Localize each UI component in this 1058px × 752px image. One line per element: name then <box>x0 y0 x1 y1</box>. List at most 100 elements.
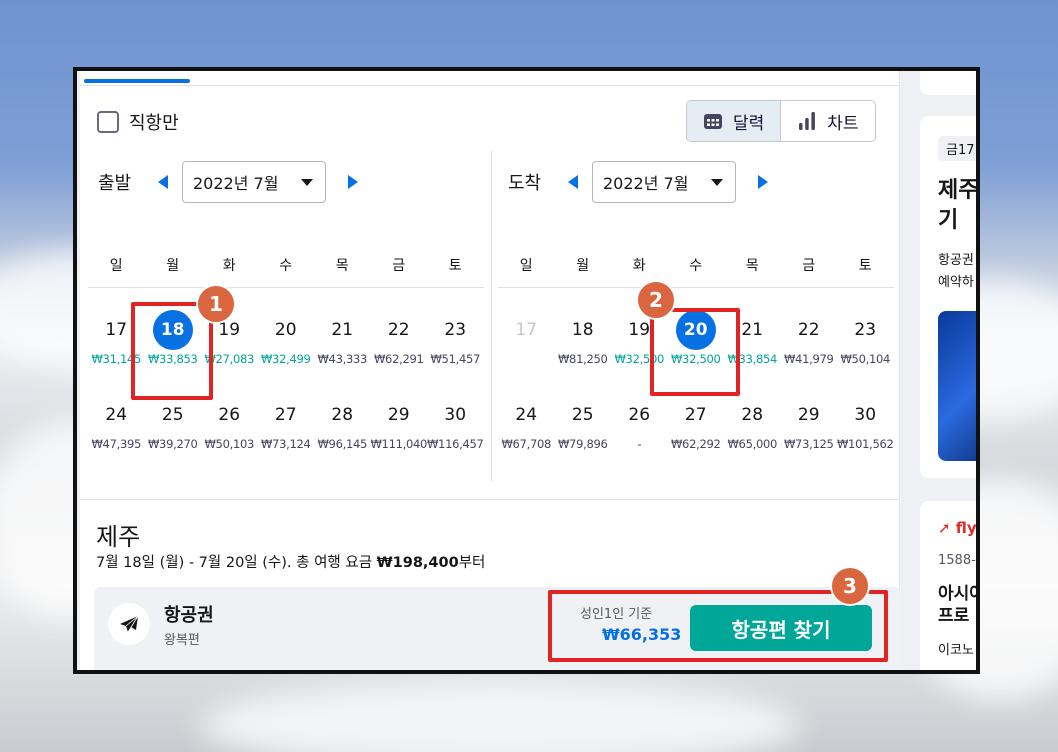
calendar-day[interactable]: 23 ₩50,104 <box>837 310 894 366</box>
day-price: ₩27,083 <box>204 352 254 366</box>
calendar-day[interactable]: 24 ₩47,395 <box>88 395 145 451</box>
side-ad-2-title-line: 아시아 <box>938 584 976 604</box>
arrival-title: 도착 <box>508 173 542 194</box>
calendar-day[interactable]: 24 ₩67,708 <box>498 395 555 451</box>
calendar-day[interactable]: 30 ₩116,457 <box>427 395 484 451</box>
direct-only-checkbox[interactable] <box>97 111 119 133</box>
selected-day-number: 20 <box>675 310 716 350</box>
side-card-top <box>920 71 976 95</box>
calendar-view-button[interactable]: 달력 <box>687 101 782 141</box>
calendar-week-row: 24 ₩67,708 25 ₩79,896 26-27 ₩62,292 28 ₩65,000 2… <box>498 395 894 451</box>
calendar-day[interactable]: 22 ₩62,291 <box>371 310 428 366</box>
calendar-day[interactable]: 25 ₩79,896 <box>555 395 612 451</box>
view-toggle: 달력 차트 <box>686 100 876 142</box>
side-ad-image <box>938 311 976 461</box>
selected-day-number: 18 <box>152 310 193 350</box>
day-number: 28 <box>741 405 764 425</box>
day-number: 20 <box>274 320 297 340</box>
side-ad-card[interactable]: 금17 제주 기 항공권 예약하 <box>920 116 976 478</box>
prev-month-icon[interactable] <box>158 175 168 189</box>
calendar-day[interactable]: 18 ₩33,853 <box>145 310 202 366</box>
weekday-label: 금 <box>802 258 816 274</box>
day-price: ₩62,291 <box>373 352 424 366</box>
calendar-day[interactable]: 26 - <box>611 395 668 451</box>
day-number: 23 <box>444 320 467 340</box>
weekday-label: 목 <box>745 258 759 274</box>
trip-total-suffix: 부터 <box>458 555 486 571</box>
weekday-label: 화 <box>632 258 646 274</box>
calendar-day[interactable]: 30 ₩101,562 <box>837 395 894 451</box>
active-tab-indicator <box>84 79 190 83</box>
calendar-day[interactable]: 29 ₩111,040 <box>370 395 427 451</box>
plane-icon <box>108 603 150 645</box>
calendar-day[interactable]: 28 ₩65,000 <box>724 395 781 451</box>
weekday-label: 월 <box>576 258 590 274</box>
weekday-header: 일월화수목금토 <box>88 255 484 275</box>
direct-only-label: 직항만 <box>129 113 179 134</box>
day-price: ₩39,270 <box>147 437 198 451</box>
side-ad-text: 항공권 예약하 <box>938 250 974 294</box>
calendar-day[interactable]: 26 ₩50,103 <box>201 395 258 451</box>
calendar-day[interactable]: 27 ₩62,292 <box>668 395 725 451</box>
day-number: 26 <box>628 405 651 425</box>
day-price: ₩101,562 <box>836 437 894 451</box>
side-ad-card-2[interactable]: ➚ fly 1588- 아시아 프로 이코노 <box>920 501 976 670</box>
calendar-day[interactable]: 21 ₩33,854 <box>724 310 781 366</box>
weekday-label: 토 <box>858 258 872 274</box>
calendar-day: 17 <box>498 310 555 366</box>
chart-view-button[interactable]: 차트 <box>781 101 874 141</box>
calendar-day[interactable]: 25 ₩39,270 <box>145 395 202 451</box>
calendar-day[interactable]: 20 ₩32,499 <box>258 310 315 366</box>
day-number: 24 <box>515 405 538 425</box>
calendar-day[interactable]: 29 ₩73,125 <box>781 395 838 451</box>
flight-price: ₩66,353 <box>602 625 682 644</box>
weekday-label: 수 <box>689 258 703 274</box>
weekday-header: 일월화수목금토 <box>498 255 894 275</box>
calendar-day[interactable]: 23 ₩51,457 <box>427 310 484 366</box>
day-price: ₩50,104 <box>840 352 890 366</box>
side-ad-title: 제주 기 <box>938 176 976 236</box>
day-price: ₩33,854 <box>727 352 777 366</box>
calendar-day[interactable]: 28 ₩96,145 <box>314 395 371 451</box>
day-number: 30 <box>854 405 877 425</box>
day-number: 21 <box>741 320 764 340</box>
next-month-icon[interactable] <box>348 175 358 189</box>
prev-month-icon[interactable] <box>568 175 578 189</box>
next-month-icon[interactable] <box>758 175 768 189</box>
arrival-month-select[interactable]: 2022년 7월 <box>592 161 736 203</box>
day-number: 26 <box>218 405 241 425</box>
side-ad-phone: 1588- <box>938 553 976 568</box>
day-price: ₩96,145 <box>317 437 367 451</box>
weekday-label: 화 <box>222 258 236 274</box>
calendar-day[interactable]: 18 ₩81,250 <box>555 310 612 366</box>
side-ad-2-text: 이코노 <box>938 643 974 658</box>
weekday-label: 목 <box>335 258 349 274</box>
departure-month-select[interactable]: 2022년 7월 <box>182 161 326 203</box>
calendar-icon <box>704 114 722 129</box>
calendar-day[interactable]: 27 ₩73,124 <box>258 395 315 451</box>
flight-title: 항공권 <box>164 605 214 626</box>
day-price: ₩62,292 <box>670 437 721 451</box>
day-number: 18 <box>571 320 594 340</box>
chevron-down-icon <box>301 178 313 186</box>
direct-only-filter[interactable]: 직항만 <box>97 109 179 135</box>
calendar-day[interactable]: 22 ₩41,979 <box>781 310 838 366</box>
day-price: ₩32,500 <box>670 352 721 366</box>
calendar-day[interactable]: 20 ₩32,500 <box>668 310 725 366</box>
day-price: ₩33,853 <box>147 352 198 366</box>
calendar-week-row: 24 ₩47,395 25 ₩39,270 26 ₩50,103 27 ₩73,124 28 ₩9… <box>88 395 484 451</box>
calendar-week-row: 17 ₩31,145 18 ₩33,853 19 ₩27,083 20 ₩32,499 21 ₩4… <box>88 310 484 366</box>
departure-title: 출발 <box>98 173 132 194</box>
calendar-day[interactable]: 21 ₩43,333 <box>314 310 371 366</box>
side-ad-title-line: 기 <box>938 208 959 233</box>
trip-dates: 7월 18일 (월) - 7월 20일 (수). 총 여행 요금 <box>96 555 377 571</box>
price-label: 성인1인 기준 <box>580 607 653 622</box>
day-number: 17 <box>515 320 538 340</box>
day-number: 25 <box>571 405 594 425</box>
chevron-down-icon <box>711 178 723 186</box>
side-ad-text-line: 예약하 <box>938 275 974 290</box>
calendar-week-row: 17 18 ₩81,250 19 ₩32,500 20 ₩32,500 21 ₩33,854 22… <box>498 310 894 366</box>
calendar-day[interactable]: 17 ₩31,145 <box>88 310 145 366</box>
find-flights-button[interactable]: 항공편 찾기 <box>690 605 872 651</box>
destination-title: 제주 <box>96 523 141 551</box>
